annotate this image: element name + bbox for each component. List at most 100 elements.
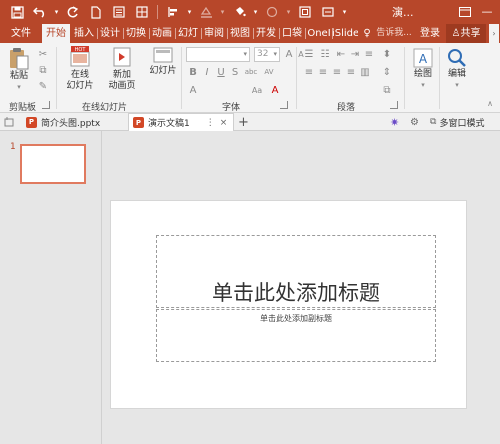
tab-insert[interactable]: 插入	[72, 24, 96, 43]
ribbon-options-icon[interactable]	[456, 3, 474, 20]
subtitle-placeholder[interactable]: 单击此处添加副标题	[156, 309, 436, 362]
align-right-icon[interactable]: ≡	[330, 65, 344, 79]
collapse-ribbon-icon[interactable]: ∧	[484, 97, 496, 109]
save-icon[interactable]	[6, 2, 28, 22]
slide-layout-button[interactable]: 幻灯片	[146, 46, 180, 77]
redo-icon[interactable]	[62, 2, 84, 22]
slide-icon[interactable]	[317, 2, 339, 22]
italic-button[interactable]: I	[200, 65, 214, 79]
align-left-icon[interactable]: ≡	[302, 65, 316, 79]
lightbulb-icon: ♀	[363, 28, 371, 39]
tab-onenote[interactable]: OneI	[306, 24, 332, 43]
multi-window-label: 多窗口模式	[439, 118, 485, 129]
editing-button[interactable]: 编辑 ▾	[444, 47, 470, 91]
tab-islide[interactable]: iSlide	[332, 24, 358, 43]
justify-icon[interactable]: ≡	[344, 65, 358, 79]
drawing-button[interactable]: A 绘图 ▾	[410, 47, 436, 91]
tab-developer[interactable]: 开发	[254, 24, 278, 43]
title-placeholder[interactable]: 单击此处添加标题	[156, 235, 436, 308]
paste-button[interactable]: 粘贴 ▾	[6, 47, 32, 93]
table-icon[interactable]	[131, 2, 153, 22]
paint-bucket-icon[interactable]	[228, 2, 250, 22]
copy-icon[interactable]: ⧉	[36, 63, 50, 77]
bullets-icon[interactable]: ☰	[302, 47, 316, 61]
columns-icon[interactable]: ▥	[358, 65, 372, 79]
share-button[interactable]: ♙共享	[446, 24, 486, 43]
align-text-icon[interactable]: ⬍	[380, 47, 394, 61]
chevron-down-icon: ▾	[455, 81, 459, 89]
share-label: 共享	[460, 28, 481, 39]
slide-thumbnail[interactable]	[20, 144, 86, 184]
font-name-combo[interactable]: ▾	[186, 47, 250, 62]
layout-label: 幻灯片	[149, 66, 177, 76]
slide-thumbnails-pane: 1	[0, 131, 102, 444]
new-animation-page-button[interactable]: 新加 动画页	[104, 46, 140, 92]
shape-fill-dropdown-icon[interactable]: ▾	[218, 2, 227, 22]
new-animation-page-icon	[113, 47, 131, 67]
paste-icon	[10, 48, 29, 70]
powerpoint-icon: P	[26, 116, 37, 128]
undo-dropdown-icon[interactable]: ▾	[52, 2, 61, 22]
char-spacing-button[interactable]: AV	[262, 65, 276, 79]
doc-tab-intro[interactable]: P 简介头图.pptx	[22, 113, 126, 131]
cut-icon[interactable]: ✂	[36, 47, 50, 61]
shape-fill-icon[interactable]	[195, 2, 217, 22]
tab-view[interactable]: 视图	[228, 24, 252, 43]
decrease-indent-icon[interactable]: ⇤	[334, 47, 348, 61]
font-dialog-launcher[interactable]	[280, 101, 288, 109]
clipboard-dialog-launcher[interactable]	[42, 101, 50, 109]
multi-window-button[interactable]: ⧉ 多窗口模式	[430, 113, 496, 131]
shadow-button[interactable]: abc	[242, 65, 260, 79]
tab-design[interactable]: 设计	[98, 24, 122, 43]
subtitle-placeholder-text: 单击此处添加副标题	[260, 314, 332, 323]
shapes-icon: A	[413, 48, 433, 68]
login-link[interactable]: 登录	[418, 24, 442, 43]
tab-pocket[interactable]: 口袋	[280, 24, 304, 43]
format-painter-icon[interactable]: ✎	[36, 79, 50, 93]
line-spacing-icon[interactable]: ≡	[362, 47, 376, 61]
undo-icon[interactable]	[29, 2, 51, 22]
font-color-button[interactable]: A	[268, 83, 282, 97]
tab-back-icon[interactable]	[4, 113, 18, 131]
tab-menu-icon[interactable]: ⋮	[206, 118, 215, 128]
shape-dropdown-icon[interactable]: ▾	[284, 2, 293, 22]
tab-home[interactable]: 开始	[42, 24, 70, 43]
underline-button[interactable]: U	[214, 65, 228, 79]
text-box-icon[interactable]	[294, 2, 316, 22]
tab-animations[interactable]: 动画	[150, 24, 174, 43]
print-icon[interactable]	[108, 2, 130, 22]
increase-indent-icon[interactable]: ⇥	[348, 47, 362, 61]
paint-bucket-dropdown-icon[interactable]: ▾	[251, 2, 260, 22]
align-dropdown-icon[interactable]: ▾	[185, 2, 194, 22]
paste-label: 粘贴	[9, 71, 28, 81]
change-case-button[interactable]: Aa	[250, 83, 264, 97]
font-size-combo[interactable]: 32 ▾	[254, 47, 280, 62]
close-icon[interactable]: ×	[220, 118, 228, 128]
clear-format-button[interactable]: A	[186, 83, 200, 97]
paragraph-dialog-launcher[interactable]	[390, 101, 398, 109]
align-icon[interactable]	[162, 2, 184, 22]
text-direction-icon[interactable]: ⇕	[380, 65, 394, 79]
tab-slideshow[interactable]: 幻灯	[176, 24, 200, 43]
new-tab-button[interactable]: +	[238, 113, 252, 131]
smartart-icon[interactable]: ⧉	[380, 83, 394, 97]
tab-review[interactable]: 审阅	[202, 24, 226, 43]
numbering-icon[interactable]: ☷	[318, 47, 332, 61]
tell-me-search[interactable]: 告诉我...	[372, 24, 416, 43]
sparkle-icon[interactable]: ✷	[390, 113, 404, 131]
tab-file[interactable]: 文件	[4, 24, 38, 43]
bold-button[interactable]: B	[186, 65, 200, 79]
doc-tab-presentation[interactable]: P 演示文稿1 ⋮ ×	[128, 113, 234, 131]
customize-toolbar-icon[interactable]: ▾	[340, 2, 349, 22]
shape-icon[interactable]	[261, 2, 283, 22]
gear-icon[interactable]: ⚙	[410, 113, 424, 131]
minimize-icon[interactable]: —	[478, 3, 496, 20]
more-tabs-icon[interactable]: ›	[489, 24, 499, 43]
new-file-icon[interactable]	[85, 2, 107, 22]
online-slides-button[interactable]: HOT 在线 幻灯片	[64, 46, 96, 92]
strikethrough-button[interactable]: S	[228, 65, 242, 79]
new-label: 新加	[112, 70, 131, 80]
powerpoint-icon: P	[133, 117, 144, 128]
align-center-icon[interactable]: ≡	[316, 65, 330, 79]
tab-transitions[interactable]: 切换	[124, 24, 148, 43]
